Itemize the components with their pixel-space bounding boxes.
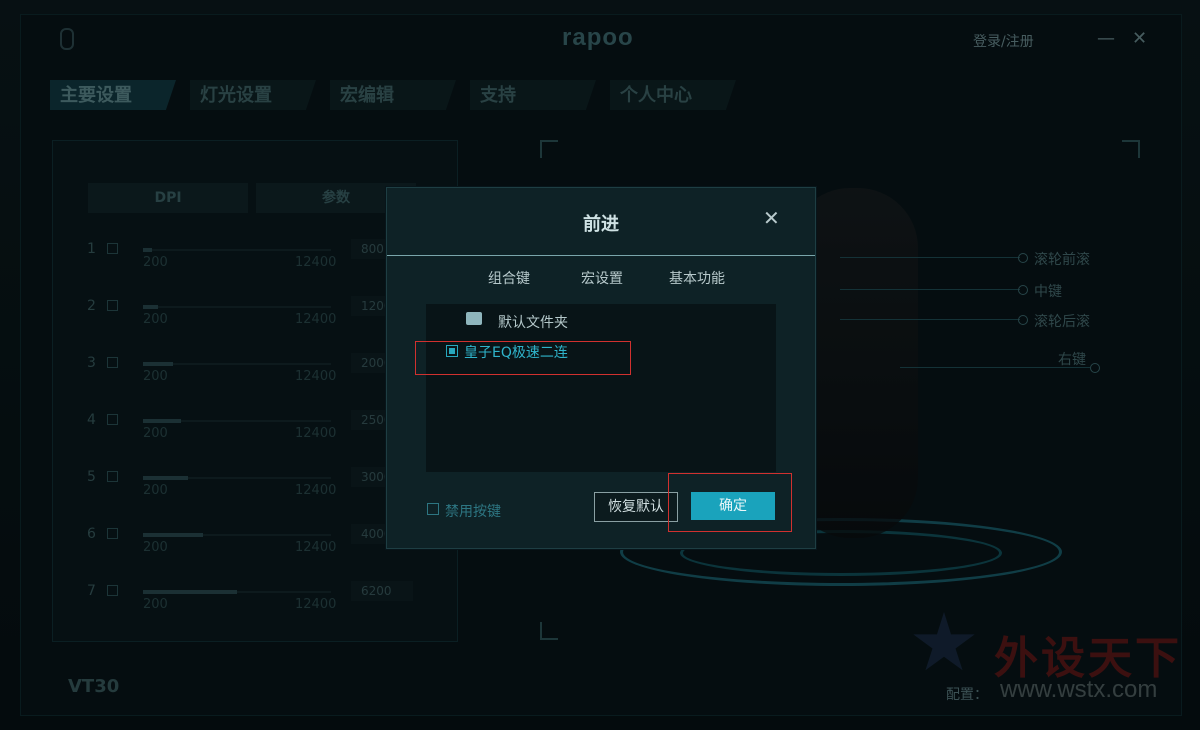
folder-item[interactable]: 默认文件夹	[498, 312, 568, 332]
dialog-close-icon[interactable]: ✕	[763, 206, 780, 230]
tab-basic-function[interactable]: 基本功能	[669, 268, 725, 288]
folder-icon	[466, 312, 482, 325]
app-window: rapoo 登录/注册 — ✕ 主要设置 灯光设置 宏编辑 支持 个人中心 DP…	[0, 0, 1200, 730]
tab-macro-settings[interactable]: 宏设置	[581, 268, 623, 288]
disable-key-checkbox[interactable]	[427, 503, 439, 515]
button-assign-dialog: 前进 ✕ 组合键 宏设置 基本功能 默认文件夹 皇子EQ极速二连 禁用按键 恢复…	[386, 187, 816, 549]
dialog-divider	[387, 255, 815, 256]
dialog-title: 前进	[583, 214, 619, 235]
reset-default-button[interactable]: 恢复默认	[594, 492, 678, 522]
highlight-box	[415, 341, 631, 375]
disable-key-label[interactable]: 禁用按键	[445, 501, 501, 521]
tab-combo-key[interactable]: 组合键	[488, 268, 530, 288]
macro-list: 默认文件夹 皇子EQ极速二连	[426, 304, 776, 472]
highlight-box	[668, 473, 792, 532]
